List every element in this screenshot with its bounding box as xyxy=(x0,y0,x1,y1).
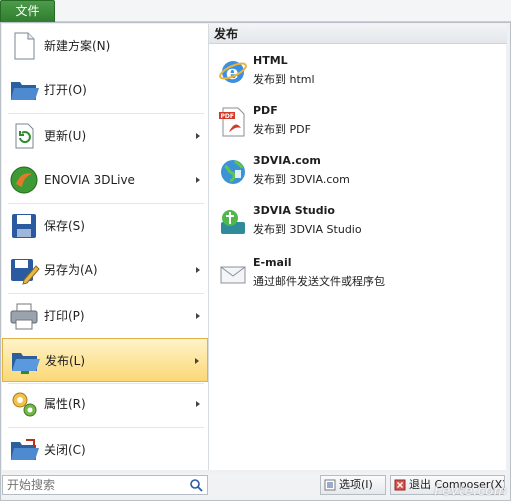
bottom-bar: 选项(I) 退出 Composer(X) xyxy=(2,473,507,498)
new-project-icon xyxy=(8,30,40,62)
publish-item-title: E-mail xyxy=(253,256,292,269)
publish-panel-header: 发布 xyxy=(209,24,507,44)
menu-item-publish[interactable]: 发布(L) xyxy=(2,338,208,382)
search-icon[interactable] xyxy=(189,478,203,492)
internet-explorer-icon: e xyxy=(217,56,249,88)
left-menu: 新建方案(N) 打开(O) 更新(U) ENOVIA 3DLive 保存(S) … xyxy=(2,24,208,470)
menu-item-label: 另存为(A) xyxy=(44,263,98,277)
file-tab[interactable]: 文件 xyxy=(0,0,55,22)
menu-item-label: 关闭(C) xyxy=(44,443,86,457)
publish-item-title: PDF xyxy=(253,104,278,117)
menu-item-enovia[interactable]: ENOVIA 3DLive xyxy=(2,158,208,202)
menu-item-label: 新建方案(N) xyxy=(44,39,111,53)
submenu-arrow-icon xyxy=(196,133,200,139)
menu-item-new[interactable]: 新建方案(N) xyxy=(2,24,208,68)
publish-3dvia-studio[interactable]: 3DVIA Studio 发布到 3DVIA Studio xyxy=(209,200,507,248)
publish-item-desc: 发布到 3DVIA.com xyxy=(253,173,350,186)
options-button-label: 选项(I) xyxy=(339,478,373,491)
submenu-arrow-icon xyxy=(196,313,200,319)
menu-item-update[interactable]: 更新(U) xyxy=(2,114,208,158)
close-icon xyxy=(8,434,40,466)
menu-item-label: 打开(O) xyxy=(44,83,87,97)
open-folder-icon xyxy=(8,74,40,106)
ribbon-tab-strip xyxy=(55,0,511,22)
menu-item-properties[interactable]: 属性(R) xyxy=(2,382,208,426)
submenu-arrow-icon xyxy=(195,358,199,364)
publish-pdf[interactable]: PDF PDF 发布到 PDF xyxy=(209,100,507,148)
menu-item-label: 属性(R) xyxy=(44,397,86,411)
menu-item-close[interactable]: 关闭(C) xyxy=(2,428,208,472)
publish-item-desc: 通过邮件发送文件或程序包 xyxy=(253,275,385,288)
menu-item-label: 发布(L) xyxy=(45,354,86,368)
svg-text:PDF: PDF xyxy=(221,113,234,120)
pdf-icon: PDF xyxy=(217,106,249,138)
publish-icon xyxy=(9,345,41,377)
menu-item-open[interactable]: 打开(O) xyxy=(2,68,208,112)
publish-3dvia-com[interactable]: 3DVIA.com 发布到 3DVIA.com xyxy=(209,150,507,198)
options-icon xyxy=(324,479,336,491)
publish-item-title: 3DVIA Studio xyxy=(253,204,335,217)
enovia-icon xyxy=(8,164,40,196)
properties-icon xyxy=(8,388,40,420)
menu-item-label: 更新(U) xyxy=(44,129,87,143)
publish-html[interactable]: e HTML 发布到 html xyxy=(209,50,507,98)
save-as-icon xyxy=(8,254,40,286)
options-button[interactable]: 选项(I) xyxy=(320,475,386,495)
submenu-arrow-icon xyxy=(196,401,200,407)
watermark: Fevte.com xyxy=(434,484,507,499)
3dvia-globe-icon xyxy=(217,156,249,188)
publish-item-title: HTML xyxy=(253,54,288,67)
print-icon xyxy=(8,300,40,332)
publish-item-title: 3DVIA.com xyxy=(253,154,321,167)
publish-email[interactable]: E-mail 通过邮件发送文件或程序包 xyxy=(209,252,507,300)
exit-icon xyxy=(394,479,406,491)
menu-item-save[interactable]: 保存(S) xyxy=(2,204,208,248)
menu-item-label: 打印(P) xyxy=(44,309,85,323)
menu-item-print[interactable]: 打印(P) xyxy=(2,294,208,338)
publish-item-desc: 发布到 3DVIA Studio xyxy=(253,223,362,236)
envelope-icon xyxy=(217,258,249,290)
menu-item-save-as[interactable]: 另存为(A) xyxy=(2,248,208,292)
save-icon xyxy=(8,210,40,242)
update-icon xyxy=(8,120,40,152)
submenu-arrow-icon xyxy=(196,267,200,273)
menu-item-label: ENOVIA 3DLive xyxy=(44,173,135,187)
search-input[interactable] xyxy=(3,476,183,494)
publish-panel: 发布 e HTML 发布到 html PDF PDF 发布到 PDF 3DVIA… xyxy=(208,24,507,470)
publish-item-desc: 发布到 PDF xyxy=(253,123,311,136)
publish-item-desc: 发布到 html xyxy=(253,73,315,86)
menu-item-label: 保存(S) xyxy=(44,219,85,233)
submenu-arrow-icon xyxy=(196,177,200,183)
search-box xyxy=(2,475,208,495)
3dvia-studio-icon xyxy=(217,206,249,238)
